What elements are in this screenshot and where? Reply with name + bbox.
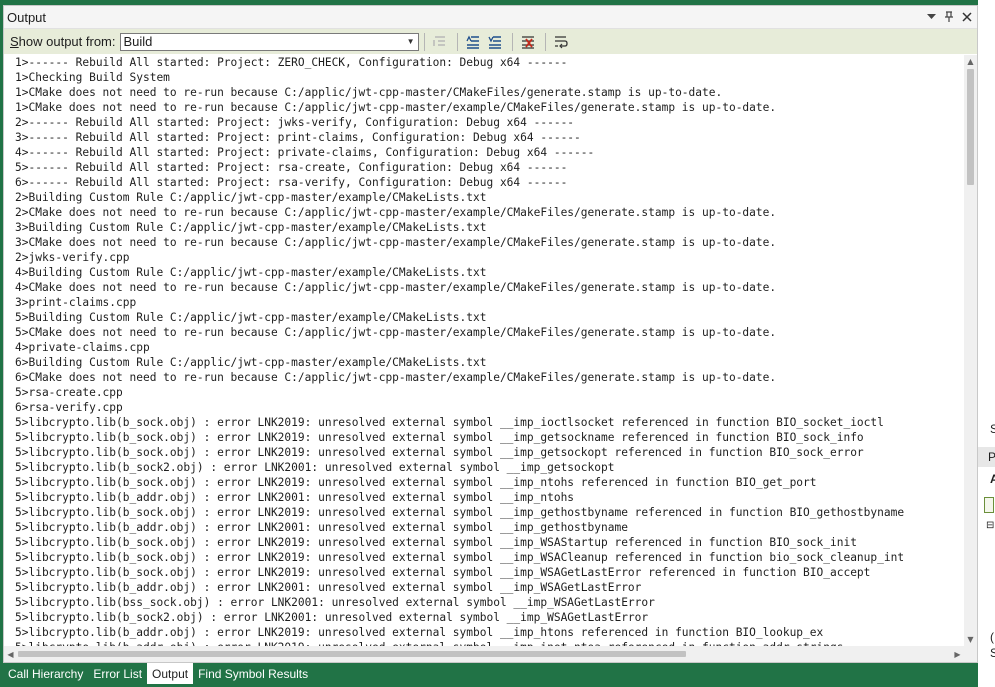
- output-line: 4>CMake does not need to re-run because …: [15, 281, 777, 294]
- output-source-select[interactable]: Build ▼: [119, 32, 419, 51]
- output-line: 5>libcrypto.lib(b_sock.obj) : error LNK2…: [15, 431, 864, 444]
- chevron-down-icon: ▼: [406, 37, 415, 46]
- scroll-left-icon[interactable]: ◀: [4, 646, 17, 662]
- output-line: 5>libcrypto.lib(b_sock.obj) : error LNK2…: [15, 536, 857, 549]
- toolbar-separator: [423, 32, 425, 51]
- horizontal-scrollbar[interactable]: ◀ ▶: [4, 646, 964, 662]
- right-panel-label-s2: S: [990, 646, 995, 660]
- clear-all-icon[interactable]: [518, 32, 538, 52]
- output-source-value: Build: [123, 34, 153, 49]
- right-panel-label-a: A: [990, 472, 995, 486]
- panel-titlebar: Output: [4, 6, 977, 29]
- scroll-down-icon[interactable]: ▼: [964, 633, 977, 646]
- output-line: 5>rsa-create.cpp: [15, 386, 123, 399]
- output-line: 2>Building Custom Rule C:/applic/jwt-cpp…: [15, 191, 487, 204]
- right-panel-label-s: S: [990, 422, 995, 436]
- output-line: 2>CMake does not need to re-run because …: [15, 206, 777, 219]
- toolbar-separator: [511, 32, 513, 51]
- right-panel-item-box[interactable]: [984, 497, 994, 513]
- output-line: 5>libcrypto.lib(bss_sock.obj) : error LN…: [15, 596, 655, 609]
- output-line: 6>Building Custom Rule C:/applic/jwt-cpp…: [15, 356, 487, 369]
- output-line: 5>libcrypto.lib(b_sock2.obj) : error LNK…: [15, 611, 649, 624]
- output-line: 5>libcrypto.lib(b_sock.obj) : error LNK2…: [15, 551, 905, 564]
- output-line: 6>------ Rebuild All started: Project: r…: [15, 176, 568, 189]
- output-line: 3>Building Custom Rule C:/applic/jwt-cpp…: [15, 221, 487, 234]
- tab-error-list[interactable]: Error List: [88, 663, 147, 684]
- scroll-right-icon[interactable]: ▶: [951, 646, 964, 662]
- output-line: 5>libcrypto.lib(b_sock2.obj) : error LNK…: [15, 461, 615, 474]
- output-line: 3>CMake does not need to re-run because …: [15, 236, 777, 249]
- output-lines: 1>------ Rebuild All started: Project: Z…: [4, 55, 964, 646]
- output-line: 4>------ Rebuild All started: Project: p…: [15, 146, 595, 159]
- toggle-word-wrap-icon[interactable]: [551, 32, 571, 52]
- scrollbar-corner: [964, 646, 977, 662]
- output-line: 3>------ Rebuild All started: Project: p…: [15, 131, 581, 144]
- previous-message-icon[interactable]: [463, 32, 483, 52]
- pin-icon[interactable]: [941, 9, 957, 25]
- output-line: 5>libcrypto.lib(b_sock.obj) : error LNK2…: [15, 446, 864, 459]
- output-line: 5>libcrypto.lib(b_sock.obj) : error LNK2…: [15, 416, 884, 429]
- tab-find-symbol-results[interactable]: Find Symbol Results: [193, 663, 313, 684]
- scroll-up-icon[interactable]: ▲: [964, 55, 977, 68]
- output-line: 2>jwks-verify.cpp: [15, 251, 130, 264]
- vertical-scrollbar[interactable]: ▲ ▼: [964, 55, 977, 646]
- tab-output[interactable]: Output: [147, 663, 194, 684]
- output-line: 5>libcrypto.lib(b_addr.obj) : error LNK2…: [15, 491, 575, 504]
- output-line: 5>libcrypto.lib(b_addr.obj) : error LNK2…: [15, 626, 824, 639]
- right-panel-collapse-icon[interactable]: ⊟: [986, 520, 994, 531]
- output-line: 2>------ Rebuild All started: Project: j…: [15, 116, 575, 129]
- output-line: 5>libcrypto.lib(b_sock.obj) : error LNK2…: [15, 476, 817, 489]
- output-panel: Output Show output from: Build ▼ 1>-----…: [3, 5, 978, 663]
- horizontal-scroll-thumb[interactable]: [18, 651, 686, 657]
- output-line: 5>libcrypto.lib(b_addr.obj) : error LNK2…: [15, 521, 628, 534]
- go-to-line-icon[interactable]: [430, 32, 450, 52]
- output-text-area[interactable]: 1>------ Rebuild All started: Project: Z…: [4, 55, 964, 646]
- right-panel-label-p: P: [988, 450, 995, 464]
- output-line: 3>print-claims.cpp: [15, 296, 137, 309]
- panel-title: Output: [7, 9, 47, 25]
- toolbar-separator: [456, 32, 458, 51]
- right-side-panel: S P A ⊟ ( S: [978, 0, 995, 687]
- output-line: 5>libcrypto.lib(b_addr.obj) : error LNK2…: [15, 581, 642, 594]
- output-line: 1>CMake does not need to re-run because …: [15, 86, 723, 99]
- tool-window-tabs: Call Hierarchy Error List Output Find Symbo…: [3, 663, 978, 687]
- output-line: 5>Building Custom Rule C:/applic/jwt-cpp…: [15, 311, 487, 324]
- output-line: 5>------ Rebuild All started: Project: r…: [15, 161, 568, 174]
- output-line: 5>CMake does not need to re-run because …: [15, 326, 777, 339]
- vertical-scroll-thumb[interactable]: [967, 69, 974, 185]
- next-message-icon[interactable]: [485, 32, 505, 52]
- output-line: 4>Building Custom Rule C:/applic/jwt-cpp…: [15, 266, 487, 279]
- close-icon[interactable]: [959, 9, 975, 25]
- output-toolbar: Show output from: Build ▼: [4, 29, 977, 54]
- output-line: 1>Checking Build System: [15, 71, 170, 84]
- output-line: 6>CMake does not need to re-run because …: [15, 371, 777, 384]
- show-output-from-label: Show output from:: [10, 34, 116, 49]
- output-line: 6>rsa-verify.cpp: [15, 401, 123, 414]
- window-position-dropdown-icon[interactable]: [923, 9, 939, 25]
- tab-call-hierarchy[interactable]: Call Hierarchy: [3, 663, 88, 684]
- output-line: 1>------ Rebuild All started: Project: Z…: [15, 56, 568, 69]
- right-panel-label-paren: (: [990, 630, 994, 644]
- toolbar-separator: [544, 32, 546, 51]
- output-line: 5>libcrypto.lib(b_sock.obj) : error LNK2…: [15, 506, 905, 519]
- output-line: 4>private-claims.cpp: [15, 341, 150, 354]
- output-line: 1>CMake does not need to re-run because …: [15, 101, 777, 114]
- output-line: 5>libcrypto.lib(b_sock.obj) : error LNK2…: [15, 566, 871, 579]
